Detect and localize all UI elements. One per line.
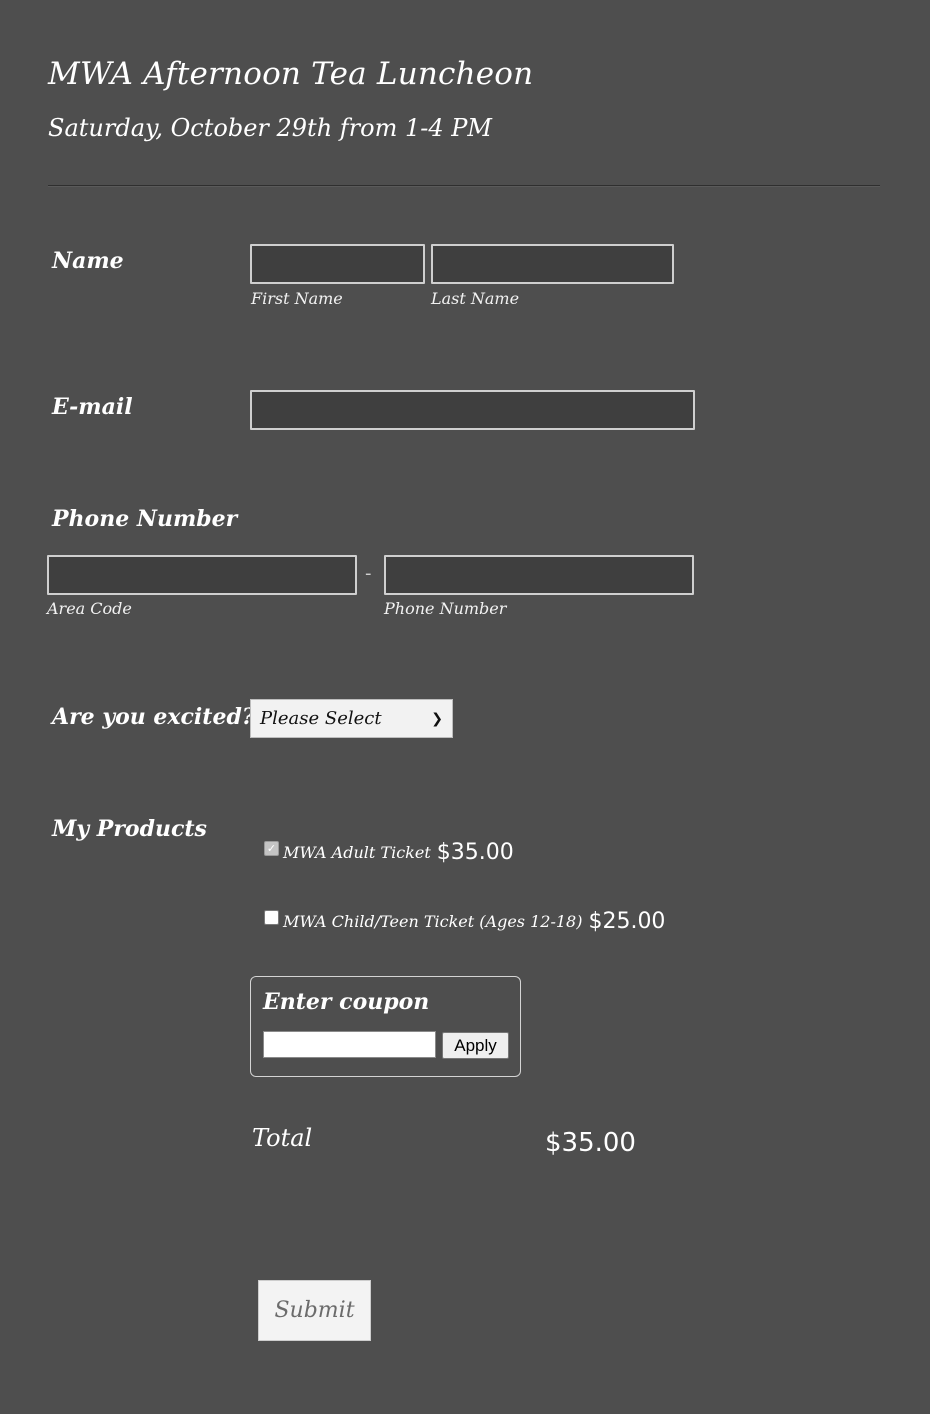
chevron-down-icon: ❯: [431, 710, 443, 727]
product-item-child: MWA Child/Teen Ticket (Ages 12-18) $25.0…: [264, 909, 665, 934]
product-price: $35.00: [436, 840, 514, 865]
last-name-input[interactable]: [431, 244, 674, 284]
last-name-sublabel: Last Name: [431, 289, 520, 308]
coupon-input[interactable]: [263, 1031, 436, 1058]
phone-number-sublabel: Phone Number: [384, 599, 507, 618]
phone-separator: -: [365, 563, 372, 584]
phone-number-input[interactable]: [384, 555, 694, 595]
first-name-input[interactable]: [250, 244, 425, 284]
email-input[interactable]: [250, 390, 695, 430]
submit-button[interactable]: Submit: [258, 1280, 371, 1341]
coupon-box: Enter coupon Apply: [250, 976, 521, 1077]
excited-select-value: Please Select: [260, 708, 382, 729]
area-code-sublabel: Area Code: [47, 599, 132, 618]
child-ticket-checkbox[interactable]: [264, 910, 279, 925]
product-name: MWA Adult Ticket: [283, 843, 431, 862]
product-price: $25.00: [588, 909, 666, 934]
apply-coupon-button[interactable]: Apply: [442, 1032, 509, 1059]
first-name-sublabel: First Name: [251, 289, 343, 308]
adult-ticket-checkbox[interactable]: ✓: [264, 841, 279, 856]
excited-select[interactable]: Please Select ❯: [250, 699, 453, 738]
product-name: MWA Child/Teen Ticket (Ages 12-18): [283, 912, 583, 931]
form-subtitle: Saturday, October 29th from 1-4 PM: [48, 114, 492, 142]
email-label: E-mail: [52, 394, 133, 420]
area-code-input[interactable]: [47, 555, 357, 595]
name-label: Name: [52, 248, 124, 274]
excited-label: Are you excited?: [52, 704, 255, 730]
product-item-adult: ✓ MWA Adult Ticket $35.00: [264, 840, 514, 865]
phone-label: Phone Number: [52, 506, 238, 532]
header-divider: [48, 185, 880, 187]
total-label: Total: [252, 1124, 313, 1152]
form-title: MWA Afternoon Tea Luncheon: [48, 56, 534, 92]
coupon-label: Enter coupon: [263, 989, 430, 1015]
products-label: My Products: [52, 816, 207, 842]
total-value: $35.00: [545, 1128, 636, 1158]
